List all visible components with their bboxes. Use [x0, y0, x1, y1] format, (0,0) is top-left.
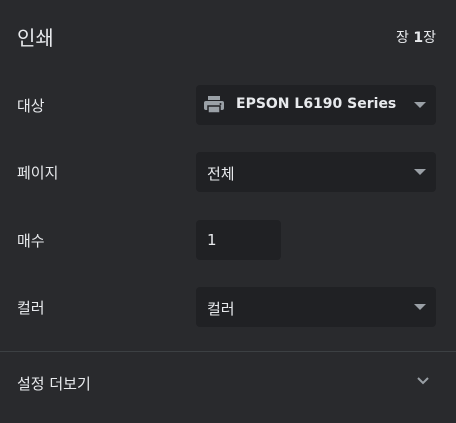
pages-value: 전체	[207, 165, 235, 183]
pages-select[interactable]: 전체	[196, 152, 436, 192]
sheet-count-number: 1	[413, 30, 424, 46]
printer-icon	[204, 96, 224, 114]
sheet-count-suffix: 장	[423, 30, 436, 46]
print-dialog: 인쇄 장 1장 대상 EPSON L6190 Series 페이지 전체 매수 …	[0, 0, 456, 423]
color-value: 컬러	[207, 300, 235, 318]
caret-down-icon	[414, 169, 426, 175]
color-row: 컬러 컬러	[0, 287, 456, 327]
more-settings-toggle[interactable]: 설정 더보기	[0, 352, 456, 414]
copies-label: 매수	[17, 232, 45, 250]
caret-down-icon	[414, 304, 426, 310]
pages-label: 페이지	[17, 164, 59, 182]
sheet-count: 장 1장	[396, 27, 436, 47]
sheet-count-prefix: 장	[396, 30, 414, 46]
page-title: 인쇄	[17, 26, 54, 50]
destination-label: 대상	[17, 97, 45, 115]
copies-value: 1	[207, 231, 217, 249]
print-header: 인쇄 장 1장	[0, 0, 456, 72]
more-settings-label: 설정 더보기	[17, 375, 91, 393]
destination-value: EPSON L6190 Series	[236, 96, 397, 112]
pages-row: 페이지 전체	[0, 152, 456, 192]
copies-row: 매수 1	[0, 220, 456, 260]
color-label: 컬러	[17, 299, 45, 317]
color-select[interactable]: 컬러	[196, 287, 436, 327]
chevron-down-icon	[417, 377, 429, 385]
copies-input[interactable]: 1	[196, 220, 281, 260]
destination-select[interactable]: EPSON L6190 Series	[196, 85, 436, 125]
destination-row: 대상 EPSON L6190 Series	[0, 85, 456, 125]
caret-down-icon	[414, 102, 426, 108]
